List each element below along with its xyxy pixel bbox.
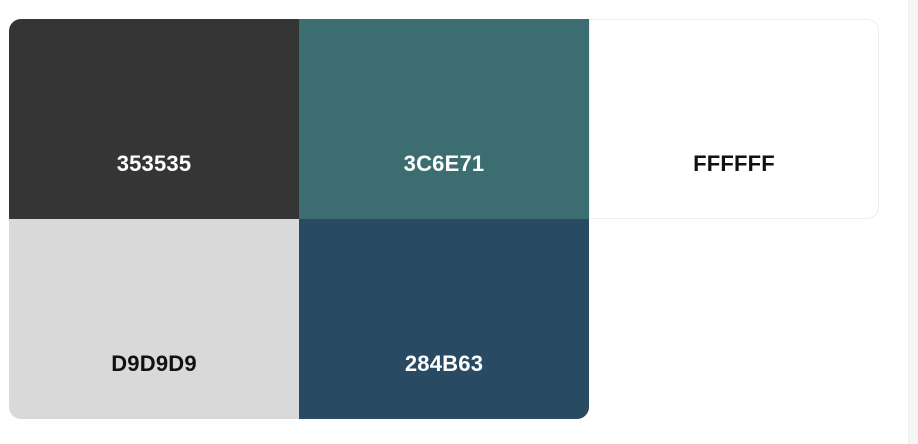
right-edge-strip [908,0,918,444]
color-swatch-3c6e71[interactable]: 3C6E71 [299,19,589,219]
color-palette: 353535 3C6E71 FFFFFF D9D9D9 284B63 [9,19,879,419]
color-swatch-d9d9d9[interactable]: D9D9D9 [9,219,299,419]
swatch-hex-label: 3C6E71 [403,151,485,176]
swatch-hex-label: D9D9D9 [111,351,197,376]
swatch-hex-label: 353535 [116,151,192,176]
color-swatch-284b63[interactable]: 284B63 [299,219,589,419]
color-swatch-353535[interactable]: 353535 [9,19,299,219]
page: 353535 3C6E71 FFFFFF D9D9D9 284B63 [0,0,918,444]
swatch-hex-label: 284B63 [404,351,484,376]
swatch-hex-label: FFFFFF [693,151,775,176]
color-swatch-ffffff[interactable]: FFFFFF [589,19,879,219]
